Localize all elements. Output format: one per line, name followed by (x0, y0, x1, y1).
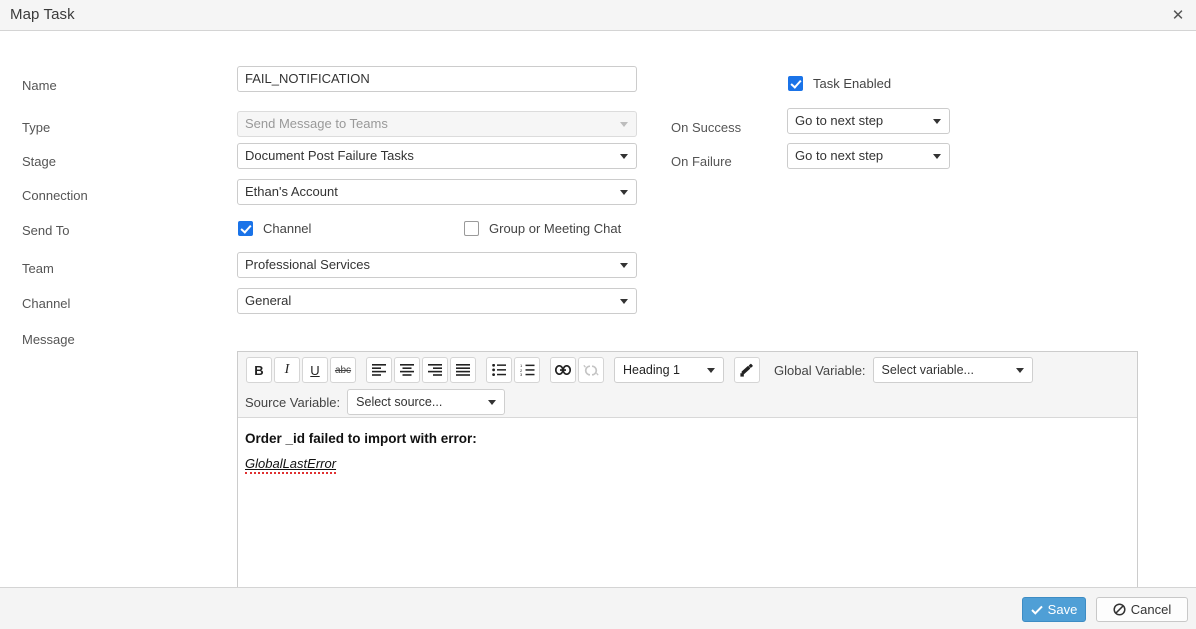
align-center-icon[interactable] (394, 357, 420, 383)
message-body-line-2: GlobalLastError (245, 456, 337, 474)
save-button-label: Save (1047, 602, 1078, 617)
strikethrough-icon[interactable]: abc (330, 357, 356, 383)
on-success-select-value: Go to next step (795, 113, 884, 128)
align-justify-icon[interactable] (450, 357, 476, 383)
stage-select-value: Document Post Failure Tasks (245, 148, 414, 163)
unlink-icon[interactable] (578, 357, 604, 383)
channel-select[interactable]: General (237, 288, 637, 314)
map-task-dialog: Map Task ✕ Name FAIL_NOTIFICATION Type S… (0, 0, 1196, 629)
checkbox-channel-label: Channel (263, 221, 312, 236)
global-variable-select[interactable]: Select variable... (872, 357, 1033, 383)
dialog-titlebar: Map Task ✕ (0, 0, 1196, 31)
chevron-down-icon (933, 154, 941, 159)
checkbox-task-enabled-label: Task Enabled (813, 76, 892, 91)
message-label: Message (22, 332, 75, 347)
chevron-down-icon (488, 400, 497, 405)
chevron-down-icon (620, 154, 628, 159)
checkbox-group-or-meeting-chat-box[interactable] (464, 221, 479, 236)
source-variable-select[interactable]: Select source... (347, 389, 506, 415)
underline-icon[interactable]: U (302, 357, 328, 383)
connection-label: Connection (22, 188, 88, 203)
name-label: Name (22, 78, 57, 93)
checkbox-task-enabled[interactable]: Task Enabled (788, 76, 891, 91)
editor-toolbar-row-2: Source Variable: Select source... (241, 389, 506, 415)
dialog-footer: Save Cancel (0, 587, 1196, 629)
connection-select[interactable]: Ethan's Account (237, 179, 637, 205)
prohibition-icon (1113, 603, 1126, 616)
name-input[interactable]: FAIL_NOTIFICATION (237, 66, 637, 92)
team-label: Team (22, 261, 54, 276)
name-input-value: FAIL_NOTIFICATION (245, 71, 370, 86)
on-success-label: On Success (671, 120, 742, 135)
italic-label: I (284, 362, 290, 377)
editor-toolbar-row-1: B I U abc 1 2 3 Heading 1 Global Variabl… (246, 357, 1033, 383)
chevron-down-icon (707, 368, 715, 373)
numbered-list-icon[interactable]: 1 2 3 (514, 357, 540, 383)
editor-toolbar: B I U abc 1 2 3 Heading 1 Global Variabl… (238, 352, 1137, 418)
message-editor: B I U abc 1 2 3 Heading 1 Global Variabl… (237, 351, 1138, 601)
checkbox-task-enabled-box[interactable] (788, 76, 803, 91)
link-icon[interactable] (550, 357, 576, 383)
heading-select[interactable]: Heading 1 (614, 357, 724, 383)
on-failure-label: On Failure (671, 154, 732, 169)
chevron-down-icon (620, 190, 628, 195)
on-failure-select-value: Go to next step (795, 148, 884, 163)
bullet-list-icon[interactable] (486, 357, 512, 383)
team-select[interactable]: Professional Services (237, 252, 637, 278)
checkbox-channel[interactable]: Channel (238, 221, 311, 236)
chevron-down-icon (620, 299, 628, 304)
chevron-down-icon (1015, 368, 1024, 373)
channel-select-value: General (245, 293, 292, 308)
type-select: Send Message to Teams (237, 111, 637, 137)
svg-text:3: 3 (520, 372, 523, 376)
source-variable-select-value: Select source... (356, 395, 443, 409)
on-success-select[interactable]: Go to next step (787, 108, 950, 134)
message-body-line-1: Order _id failed to import with error: (245, 431, 477, 446)
checkbox-group-or-meeting-chat-label: Group or Meeting Chat (489, 221, 622, 236)
cancel-button[interactable]: Cancel (1096, 597, 1188, 622)
clear-formatting-icon[interactable] (734, 357, 760, 383)
bold-label: B (254, 362, 264, 378)
heading-select-value: Heading 1 (623, 363, 680, 377)
check-icon (1030, 605, 1043, 615)
send-to-label: Send To (22, 223, 70, 238)
source-variable-label: Source Variable: (245, 394, 341, 410)
stage-select[interactable]: Document Post Failure Tasks (237, 143, 637, 169)
channel-label: Channel (22, 296, 71, 311)
team-select-value: Professional Services (245, 257, 370, 272)
align-right-icon[interactable] (422, 357, 448, 383)
dialog-body: Name FAIL_NOTIFICATION Type Send Message… (0, 31, 1196, 601)
type-select-value: Send Message to Teams (245, 116, 388, 131)
stage-label: Stage (22, 154, 56, 169)
message-body[interactable]: Order _id failed to import with error: G… (238, 419, 1137, 600)
italic-icon[interactable]: I (274, 357, 300, 383)
strikethrough-label: abc (334, 364, 352, 376)
on-failure-select[interactable]: Go to next step (787, 143, 950, 169)
type-label: Type (22, 120, 51, 135)
save-button[interactable]: Save (1022, 597, 1086, 622)
page-title: Map Task (10, 6, 75, 23)
bold-icon[interactable]: B (246, 357, 272, 383)
close-icon[interactable]: ✕ (1168, 6, 1188, 26)
chevron-down-icon (933, 119, 941, 124)
chevron-down-icon (620, 263, 628, 268)
align-left-icon[interactable] (366, 357, 392, 383)
connection-select-value: Ethan's Account (245, 184, 338, 199)
cancel-button-label: Cancel (1130, 602, 1172, 617)
underline-label: U (310, 362, 320, 378)
checkbox-channel-box[interactable] (238, 221, 253, 236)
global-variable-label: Global Variable: (774, 362, 866, 378)
chevron-down-icon (620, 122, 628, 127)
global-variable-select-value: Select variable... (881, 363, 974, 377)
checkbox-group-or-meeting-chat[interactable]: Group or Meeting Chat (464, 221, 621, 236)
